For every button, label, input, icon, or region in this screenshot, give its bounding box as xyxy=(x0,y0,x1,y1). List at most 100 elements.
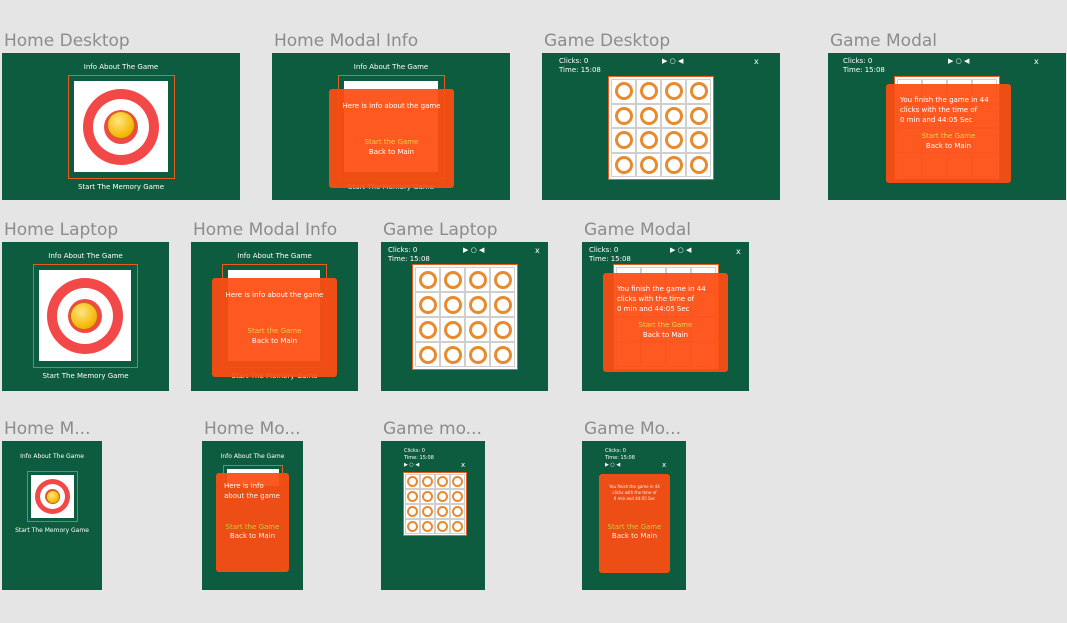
info-link[interactable]: Info About The Game xyxy=(202,453,303,460)
play-pause-rewind-icon[interactable]: ▶ ○ ◀ xyxy=(670,246,691,254)
memory-card[interactable] xyxy=(420,519,435,534)
memory-card[interactable] xyxy=(686,128,711,153)
frame-label[interactable]: Game Laptop xyxy=(383,220,498,240)
start-game-button[interactable]: Start the Game xyxy=(329,138,454,146)
memory-card[interactable] xyxy=(420,474,435,489)
memory-card[interactable] xyxy=(465,292,490,317)
home-laptop-frame[interactable]: Info About The Game Start The Memory Gam… xyxy=(2,242,169,391)
play-pause-rewind-icon[interactable]: ▶ ○ ◀ xyxy=(605,462,620,468)
start-game-button[interactable]: Start the Game xyxy=(599,523,670,531)
memory-card[interactable] xyxy=(415,267,440,292)
memory-card[interactable] xyxy=(440,267,465,292)
memory-card[interactable] xyxy=(490,342,515,367)
card-image[interactable] xyxy=(31,475,74,518)
memory-card[interactable] xyxy=(405,519,420,534)
memory-card[interactable] xyxy=(611,79,636,104)
memory-card[interactable] xyxy=(465,267,490,292)
memory-card[interactable] xyxy=(611,152,636,177)
memory-card[interactable] xyxy=(440,292,465,317)
memory-card[interactable] xyxy=(405,474,420,489)
memory-card[interactable] xyxy=(415,317,440,342)
memory-card[interactable] xyxy=(661,79,686,104)
back-to-main-button[interactable]: Back to Main xyxy=(216,532,289,540)
home-modal-info-frame[interactable]: Info About The Game Start The Memory Gam… xyxy=(191,242,358,391)
frame-label[interactable]: Home M... xyxy=(4,419,91,439)
memory-card[interactable] xyxy=(405,489,420,504)
memory-card[interactable] xyxy=(450,504,465,519)
memory-card[interactable] xyxy=(420,504,435,519)
info-link[interactable]: Info About The Game xyxy=(2,252,169,260)
frame-label[interactable]: Game mo... xyxy=(383,419,482,439)
close-icon[interactable]: x xyxy=(754,57,759,66)
memory-card[interactable] xyxy=(435,474,450,489)
card-image[interactable] xyxy=(39,270,131,361)
play-pause-rewind-icon[interactable]: ▶ ○ ◀ xyxy=(948,57,969,65)
close-icon[interactable]: x xyxy=(662,461,666,469)
frame-label[interactable]: Game Modal xyxy=(584,220,691,240)
game-desktop-frame[interactable]: Clicks: 0 Time: 15:08 ▶ ○ ◀ x xyxy=(542,53,780,200)
info-link[interactable]: Info About The Game xyxy=(2,453,102,460)
game-mobile-frame[interactable]: Clicks: 0 Time: 15:08 ▶ ○ ◀ x xyxy=(381,441,485,590)
memory-card[interactable] xyxy=(611,128,636,153)
memory-card[interactable] xyxy=(661,128,686,153)
close-icon[interactable]: x xyxy=(461,461,465,469)
memory-card[interactable] xyxy=(465,342,490,367)
memory-card[interactable] xyxy=(450,519,465,534)
game-laptop-frame[interactable]: Clicks: 0 Time: 15:08 ▶ ○ ◀ x xyxy=(381,242,548,391)
frame-label[interactable]: Game Mo... xyxy=(584,419,681,439)
memory-card[interactable] xyxy=(661,152,686,177)
memory-card[interactable] xyxy=(420,489,435,504)
memory-card[interactable] xyxy=(435,519,450,534)
frame-label[interactable]: Game Desktop xyxy=(544,31,670,51)
back-to-main-button[interactable]: Back to Main xyxy=(603,331,728,339)
memory-card[interactable] xyxy=(435,489,450,504)
frame-label[interactable]: Home Laptop xyxy=(4,220,118,240)
memory-card[interactable] xyxy=(636,152,661,177)
memory-card[interactable] xyxy=(405,504,420,519)
frame-label[interactable]: Home Modal Info xyxy=(274,31,418,51)
frame-label[interactable]: Game Modal xyxy=(830,31,937,51)
memory-card[interactable] xyxy=(440,342,465,367)
memory-card[interactable] xyxy=(415,342,440,367)
memory-card[interactable] xyxy=(440,317,465,342)
play-pause-rewind-icon[interactable]: ▶ ○ ◀ xyxy=(404,462,419,468)
info-link[interactable]: Info About The Game xyxy=(2,63,240,71)
start-link[interactable]: Start The Memory Game xyxy=(2,183,240,191)
memory-card[interactable] xyxy=(636,79,661,104)
home-modal-info-frame[interactable]: Info About The Game Start The Memory Gam… xyxy=(272,53,510,200)
memory-card[interactable] xyxy=(636,103,661,128)
close-icon[interactable]: x xyxy=(535,246,540,255)
memory-card[interactable] xyxy=(686,79,711,104)
frame-label[interactable]: Home Desktop xyxy=(4,31,130,51)
memory-card[interactable] xyxy=(490,317,515,342)
memory-card[interactable] xyxy=(686,152,711,177)
back-to-main-button[interactable]: Back to Main xyxy=(212,337,337,345)
game-modal-mobile-frame[interactable]: Clicks: 0 Time: 15:08 ▶ ○ ◀ x You finish… xyxy=(582,441,686,590)
memory-card[interactable] xyxy=(450,489,465,504)
memory-card[interactable] xyxy=(636,128,661,153)
home-desktop-frame[interactable]: Info About The Game Start The Memory Gam… xyxy=(2,53,240,200)
home-mobile-frame[interactable]: Info About The Game Start The Memory Gam… xyxy=(2,441,102,590)
memory-card[interactable] xyxy=(435,504,450,519)
play-pause-rewind-icon[interactable]: ▶ ○ ◀ xyxy=(463,246,484,254)
close-icon[interactable]: x xyxy=(1034,57,1039,66)
play-pause-rewind-icon[interactable]: ▶ ○ ◀ xyxy=(662,57,683,65)
memory-card[interactable] xyxy=(465,317,490,342)
game-modal-frame[interactable]: Clicks: 0 Time: 15:08 ▶ ○ ◀ x You finish… xyxy=(582,242,749,391)
info-link[interactable]: Info About The Game xyxy=(272,63,510,71)
start-link[interactable]: Start The Memory Game xyxy=(2,372,169,380)
memory-card[interactable] xyxy=(450,474,465,489)
home-modal-mobile-frame[interactable]: Info About The Game Here is info about t… xyxy=(202,441,303,590)
memory-card[interactable] xyxy=(611,103,636,128)
start-game-button[interactable]: Start the Game xyxy=(212,327,337,335)
card-image[interactable] xyxy=(74,81,168,172)
memory-card[interactable] xyxy=(686,103,711,128)
start-game-button[interactable]: Start the Game xyxy=(216,523,289,531)
memory-card[interactable] xyxy=(415,292,440,317)
memory-card[interactable] xyxy=(490,267,515,292)
close-icon[interactable]: x xyxy=(736,247,741,256)
start-game-button[interactable]: Start the Game xyxy=(603,321,728,329)
back-to-main-button[interactable]: Back to Main xyxy=(599,532,670,540)
memory-card[interactable] xyxy=(661,103,686,128)
info-link[interactable]: Info About The Game xyxy=(191,252,358,260)
